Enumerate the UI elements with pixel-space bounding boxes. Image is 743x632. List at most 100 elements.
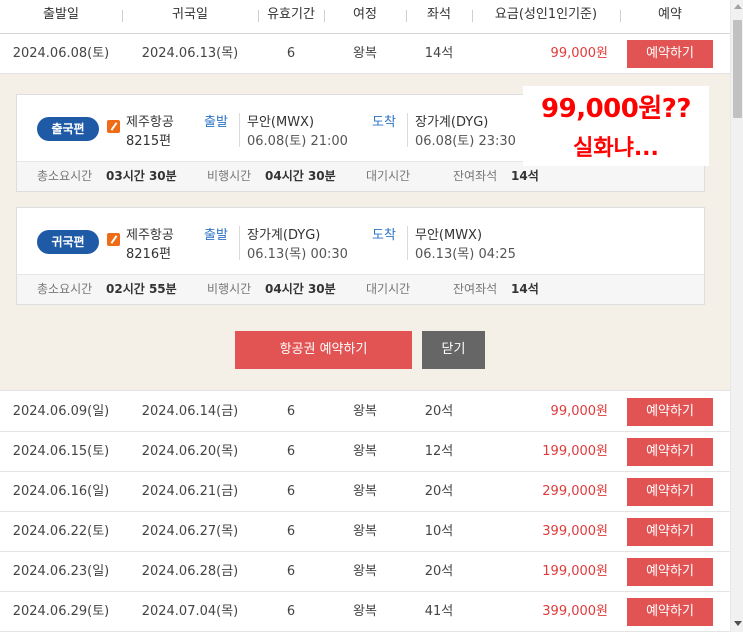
trip-type: 왕복 [353,524,377,539]
wait-time-label: 대기시간 [366,282,411,296]
remaining-seats-label: 잔여좌석 [453,169,498,183]
close-button[interactable]: 닫기 [422,331,485,369]
col-validity: 유효기간 [267,7,315,22]
fare-price: 199,000원 [542,444,608,459]
table-row[interactable]: 2024.06.15(토) 2024.06.20(목) 6 왕복 12석 199… [0,432,730,472]
scrollbar-thumb[interactable] [733,20,742,118]
departure-time: 06.08(토) 21:00 [247,134,348,149]
arrival-airport: 무안(MWX) [415,228,483,243]
book-button[interactable]: 예약하기 [627,40,713,68]
validity-days: 6 [286,604,296,619]
return-date: 2024.06.13(목) [141,46,239,61]
arrival-label: 도착 [372,228,396,243]
col-return-date: 귀국일 [172,7,208,22]
col-booking: 예약 [658,7,682,22]
flight-number: 8216편 [126,247,172,262]
trip-type: 왕복 [353,404,377,419]
departure-date: 2024.06.15(토) [12,444,110,459]
table-row[interactable]: 2024.06.16(일) 2024.06.21(금) 6 왕복 20석 299… [0,472,730,512]
total-time-label: 총소요시간 [37,169,93,183]
fare-price: 299,000원 [542,484,608,499]
col-trip: 여정 [353,7,377,22]
validity-days: 6 [286,444,296,459]
trip-type: 왕복 [353,564,377,579]
table-row[interactable]: 2024.06.22(토) 2024.06.27(목) 6 왕복 10석 399… [0,512,730,552]
validity-days: 6 [286,46,296,61]
divider [239,113,240,147]
seats-left: 14석 [424,46,454,61]
departure-date: 2024.06.23(일) [12,564,110,579]
departure-airport: 장가계(DYG) [247,228,321,243]
book-button[interactable]: 예약하기 [627,598,713,626]
arrival-label: 도착 [372,115,396,130]
return-date: 2024.06.20(목) [141,444,239,459]
table-row[interactable]: 2024.06.09(일) 2024.06.14(금) 6 왕복 20석 99,… [0,392,730,432]
total-time-label: 총소요시간 [37,282,93,296]
seats-left: 12석 [424,444,454,459]
inbound-flight-summary: 총소요시간 02시간 55분 비행시간 04시간 30분 대기시간 잔여좌석 1… [17,274,704,304]
return-date: 2024.07.04(목) [141,604,239,619]
trip-type: 왕복 [353,604,377,619]
arrival-time: 06.08(토) 23:30 [415,134,516,149]
book-button[interactable]: 예약하기 [627,558,713,586]
wait-time-label: 대기시간 [366,169,411,183]
departure-date: 2024.06.22(토) [12,524,110,539]
scroll-down-icon[interactable] [734,621,742,626]
seats-left: 10석 [424,524,454,539]
flight-schedule-list: 출발일 귀국일 유효기간 여정 좌석 요금(성인1인기준) 예약 2024.06… [0,0,730,632]
table-row-selected[interactable]: 2024.06.08(토) 2024.06.13(목) 6 왕복 14석 99,… [0,34,730,74]
divider [407,226,408,260]
departure-date: 2024.06.08(토) [12,46,110,61]
fare-price: 99,000원 [550,404,608,419]
divider [407,113,408,147]
table-row[interactable]: 2024.06.23(일) 2024.06.28(금) 6 왕복 20석 199… [0,552,730,592]
inbound-flight-info: 귀국편 제주항공 8216편 출발 장가계(DYG) 06.13(목) 00:3… [17,208,704,274]
vertical-scrollbar[interactable] [730,0,743,632]
col-departure-date: 출발일 [43,7,79,22]
jeju-air-icon [107,233,120,246]
flight-number: 8215편 [126,134,172,149]
table-row[interactable]: 2024.06.29(토) 2024.07.04(목) 6 왕복 41석 399… [0,592,730,632]
arrival-time: 06.13(목) 04:25 [415,247,516,262]
airline-name: 제주항공 [126,115,174,130]
book-button[interactable]: 예약하기 [627,478,713,506]
book-button[interactable]: 예약하기 [627,438,713,466]
fare-price: 399,000원 [542,604,608,619]
return-date: 2024.06.28(금) [141,564,239,579]
flight-time-value: 04시간 30분 [265,169,336,183]
fare-price: 199,000원 [542,564,608,579]
book-button[interactable]: 예약하기 [627,518,713,546]
col-fare: 요금(성인1인기준) [494,7,598,22]
seats-left: 20석 [424,564,454,579]
flight-time-label: 비행시간 [207,282,252,296]
table-header: 출발일 귀국일 유효기간 여정 좌석 요금(성인1인기준) 예약 [0,0,730,34]
total-time-value: 02시간 55분 [106,282,177,296]
seats-left: 41석 [424,604,454,619]
arrival-airport: 장가계(DYG) [415,115,489,130]
total-time-value: 03시간 30분 [106,169,177,183]
book-ticket-button[interactable]: 항공권 예약하기 [235,331,412,369]
divider [239,226,240,260]
validity-days: 6 [286,564,296,579]
flight-time-value: 04시간 30분 [265,282,336,296]
departure-time: 06.13(목) 00:30 [247,247,348,262]
validity-days: 6 [286,484,296,499]
trip-type: 왕복 [353,444,377,459]
remaining-seats-value: 14석 [511,169,539,183]
departure-label: 출발 [204,228,228,243]
seats-left: 20석 [424,484,454,499]
fare-price: 99,000원 [550,46,608,61]
col-seats: 좌석 [427,7,451,22]
caption-line-2: 실화냐... [573,136,659,161]
caption-line-1: 99,000원?? [541,94,691,124]
remaining-seats-label: 잔여좌석 [453,282,498,296]
trip-type: 왕복 [353,484,377,499]
scroll-up-icon[interactable] [734,4,742,9]
remaining-seats-value: 14석 [511,282,539,296]
validity-days: 6 [286,524,296,539]
fare-price: 399,000원 [542,524,608,539]
seats-left: 20석 [424,404,454,419]
book-button[interactable]: 예약하기 [627,398,713,426]
departure-label: 출발 [204,115,228,130]
trip-type: 왕복 [353,46,377,61]
